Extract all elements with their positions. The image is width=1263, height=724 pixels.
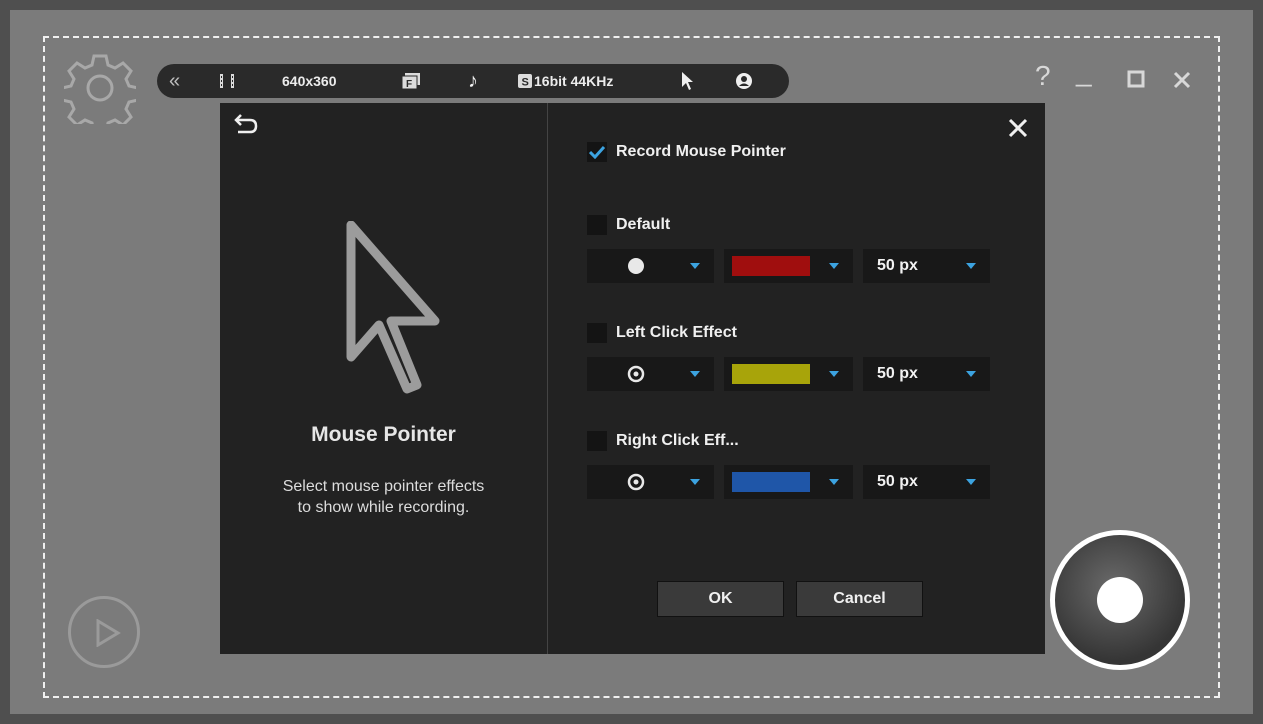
chevron-down-icon: [966, 263, 976, 269]
back-icon[interactable]: [233, 113, 259, 135]
mouse-pointer-icon: [346, 221, 440, 394]
checkmark-icon: [589, 145, 605, 159]
audio-format-label[interactable]: 16bit 44KHz: [534, 64, 613, 98]
left-click-effect-label: Left Click Effect: [616, 324, 737, 341]
mouse-pointer-dialog: Mouse Pointer Select mouse pointer effec…: [220, 103, 1045, 654]
left-click-size-dropdown[interactable]: 50 px: [863, 357, 990, 391]
ring-circle-icon: [627, 473, 645, 491]
dialog-close-icon[interactable]: [1007, 117, 1029, 139]
chevron-down-icon: [829, 371, 839, 377]
color-swatch: [732, 472, 810, 492]
ok-button[interactable]: OK: [657, 581, 784, 617]
record-mouse-pointer-checkbox[interactable]: Record Mouse Pointer: [587, 142, 786, 162]
svg-text:F: F: [406, 79, 412, 89]
music-note-icon[interactable]: ♪: [468, 64, 478, 98]
color-swatch: [732, 256, 810, 276]
fps-icon[interactable]: F: [402, 64, 420, 98]
default-shape-dropdown[interactable]: [587, 249, 714, 283]
right-click-color-dropdown[interactable]: [724, 465, 853, 499]
dialog-title: Mouse Pointer: [311, 423, 456, 446]
record-button[interactable]: [1050, 530, 1190, 670]
size-value: 50 px: [877, 257, 918, 274]
minimize-icon[interactable]: _: [1076, 56, 1092, 88]
cursor-icon[interactable]: [680, 64, 696, 98]
play-button[interactable]: [68, 596, 140, 668]
cancel-button[interactable]: Cancel: [796, 581, 923, 617]
svg-text:S: S: [522, 77, 529, 89]
maximize-icon[interactable]: [1127, 70, 1145, 88]
checkbox-unchecked[interactable]: [587, 215, 607, 235]
description-line-1: Select mouse pointer effects: [282, 478, 485, 495]
checkbox-unchecked[interactable]: [587, 431, 607, 451]
right-click-effect-label: Right Click Eff...: [616, 432, 739, 449]
checkbox-unchecked[interactable]: [587, 323, 607, 343]
right-click-effect-checkbox[interactable]: Right Click Eff...: [587, 431, 739, 451]
right-click-shape-dropdown[interactable]: [587, 465, 714, 499]
dialog-description: Select mouse pointer effects to show whi…: [220, 476, 547, 518]
resolution-label[interactable]: 640x360: [282, 64, 337, 98]
record-dot-icon: [1097, 577, 1143, 623]
size-value: 50 px: [877, 365, 918, 382]
chevron-down-icon: [966, 371, 976, 377]
chevron-down-icon: [690, 371, 700, 377]
filled-circle-icon: [628, 258, 644, 274]
chevron-down-icon: [966, 479, 976, 485]
left-click-effect-checkbox[interactable]: Left Click Effect: [587, 323, 737, 343]
default-size-dropdown[interactable]: 50 px: [863, 249, 990, 283]
default-effect-label: Default: [616, 216, 671, 233]
default-effect-checkbox[interactable]: Default: [587, 215, 670, 235]
ring-circle-icon: [627, 365, 645, 383]
size-value: 50 px: [877, 473, 918, 490]
help-icon[interactable]: ?: [1035, 60, 1051, 92]
default-color-dropdown[interactable]: [724, 249, 853, 283]
right-click-size-dropdown[interactable]: 50 px: [863, 465, 990, 499]
chevron-down-icon: [690, 479, 700, 485]
left-click-shape-dropdown[interactable]: [587, 357, 714, 391]
chevron-down-icon: [690, 263, 700, 269]
window-close-icon[interactable]: [1172, 70, 1192, 90]
record-mouse-pointer-label: Record Mouse Pointer: [616, 143, 786, 160]
sound-icon[interactable]: S: [518, 64, 532, 98]
dialog-info-panel: Mouse Pointer Select mouse pointer effec…: [220, 103, 548, 654]
collapse-icon[interactable]: «: [169, 64, 180, 98]
checkbox-checked[interactable]: [587, 142, 607, 162]
left-click-color-dropdown[interactable]: [724, 357, 853, 391]
color-swatch: [732, 364, 810, 384]
description-line-2: to show while recording.: [297, 499, 470, 516]
chevron-down-icon: [829, 263, 839, 269]
settings-gear-icon[interactable]: [64, 52, 136, 124]
recording-toolbar: « 640x360 F ♪ S 16bit 44KHz: [157, 64, 789, 98]
play-icon: [96, 619, 121, 647]
film-icon[interactable]: [219, 64, 235, 98]
webcam-icon[interactable]: [735, 64, 753, 98]
chevron-down-icon: [829, 479, 839, 485]
